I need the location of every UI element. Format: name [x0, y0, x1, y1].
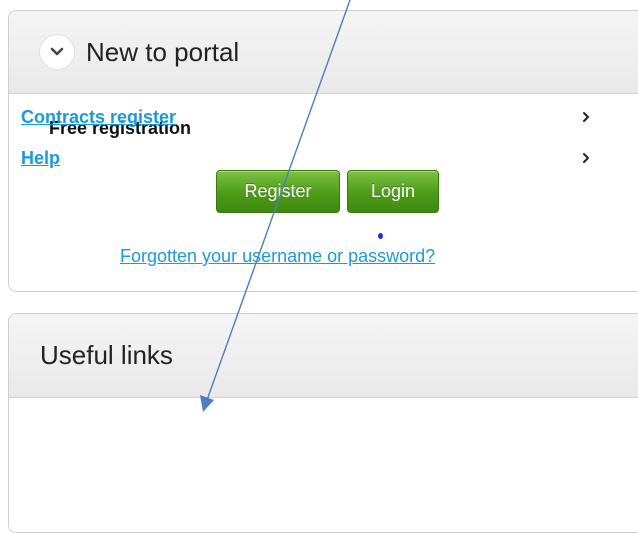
panel-title: Useful links — [40, 340, 173, 370]
list-item[interactable]: Contracts register — [0, 102, 638, 132]
chevron-right-icon[interactable] — [581, 151, 591, 165]
panel-title: New to portal — [86, 36, 240, 67]
login-button[interactable]: Login — [347, 170, 439, 213]
forgot-password-link[interactable]: Forgotten your username or password? — [120, 246, 435, 267]
useful-links-header: Useful links — [9, 314, 638, 398]
useful-links-panel: Useful links — [8, 313, 638, 533]
new-to-portal-header[interactable]: New to portal — [9, 11, 638, 94]
cursor-dot — [378, 233, 383, 239]
register-button[interactable]: Register — [216, 170, 340, 213]
chevron-right-icon[interactable] — [581, 110, 591, 124]
help-link[interactable]: Help — [21, 148, 60, 169]
chevron-down-icon[interactable] — [40, 35, 74, 69]
list-item[interactable]: Help — [0, 143, 638, 173]
contracts-register-link[interactable]: Contracts register — [21, 107, 176, 128]
